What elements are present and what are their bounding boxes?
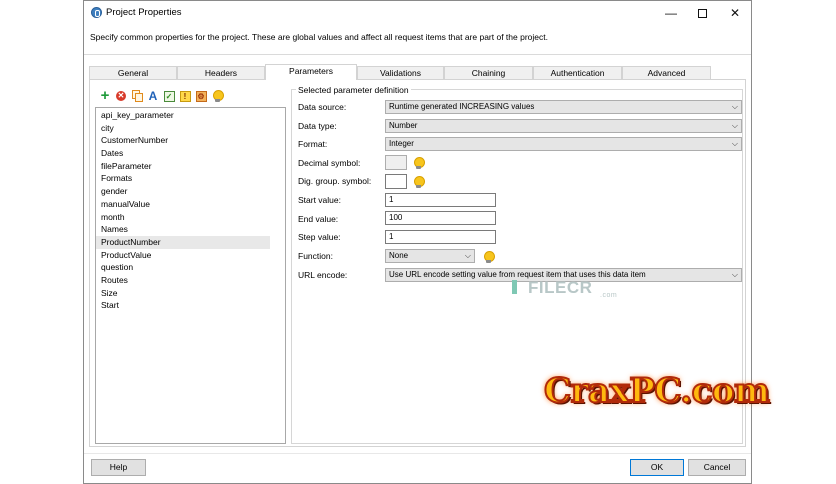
tab-validations[interactable]: Validations: [357, 66, 444, 80]
decimal-symbol-label: Decimal symbol:: [298, 158, 361, 168]
function-value: None: [389, 251, 409, 260]
format-select[interactable]: Integer ⌵: [385, 137, 742, 151]
chevron-down-icon: ⌵: [731, 102, 738, 111]
data-source-value: Runtime generated INCREASING values: [389, 102, 535, 111]
list-item[interactable]: Size: [96, 287, 285, 300]
filecr-text: FILECR: [528, 278, 593, 297]
end-value-input[interactable]: 100: [385, 211, 496, 225]
function-select[interactable]: None ⌵: [385, 249, 475, 263]
maximize-icon: [697, 8, 707, 18]
list-item[interactable]: Dates: [96, 147, 285, 160]
list-item[interactable]: api_key_parameter: [96, 109, 285, 122]
start-value-input[interactable]: 1: [385, 193, 496, 207]
hint-bulb-icon: [484, 251, 495, 264]
craxpc-watermark: CraxPC.com: [543, 370, 771, 412]
list-item[interactable]: month: [96, 211, 285, 224]
maximize-button[interactable]: [687, 1, 717, 25]
footer-divider: [84, 453, 751, 454]
format-label: Format:: [298, 139, 328, 149]
start-value-label: Start value:: [298, 195, 341, 205]
function-label: Function:: [298, 251, 333, 261]
data-source-select[interactable]: Runtime generated INCREASING values ⌵: [385, 100, 742, 114]
hint-bulb-icon: [414, 157, 425, 170]
tab-headers[interactable]: Headers: [177, 66, 265, 80]
dialog-description: Specify common properties for the projec…: [90, 32, 548, 42]
list-item[interactable]: gender: [96, 185, 285, 198]
project-globe-icon: [91, 7, 102, 18]
filecr-logo-icon: [512, 280, 522, 294]
warning-button[interactable]: !: [178, 89, 192, 103]
title-bar: Project Properties — ✕: [84, 1, 751, 25]
chevron-down-icon: ⌵: [731, 139, 738, 148]
close-button[interactable]: ✕: [720, 1, 750, 25]
decimal-symbol-input[interactable]: [385, 155, 407, 170]
filecr-watermark: FILECR .com: [512, 278, 617, 299]
tab-authentication[interactable]: Authentication: [533, 66, 622, 80]
list-item[interactable]: ProductValue: [96, 249, 285, 262]
rename-icon[interactable]: A: [146, 89, 160, 103]
step-value-label: Step value:: [298, 232, 341, 242]
warning-icon: !: [179, 90, 191, 102]
list-item-selected[interactable]: ProductNumber: [96, 235, 270, 249]
add-icon[interactable]: +: [98, 88, 112, 103]
tab-chaining[interactable]: Chaining: [444, 66, 533, 80]
project-properties-dialog: Project Properties — ✕ Specify common pr…: [83, 0, 752, 484]
format-value: Integer: [389, 139, 414, 148]
hint-bulb-icon: [414, 176, 425, 189]
url-encode-label: URL encode:: [298, 270, 348, 280]
tab-general[interactable]: General: [89, 66, 177, 80]
settings-button[interactable]: ⚙: [194, 89, 208, 103]
tab-advanced[interactable]: Advanced: [622, 66, 711, 80]
hint-bulb-icon: [212, 89, 224, 103]
list-item[interactable]: Routes: [96, 274, 285, 287]
settings-icon: ⚙: [195, 90, 207, 102]
help-button[interactable]: Help: [91, 459, 146, 476]
list-item[interactable]: CustomerNumber: [96, 134, 285, 147]
end-value-label: End value:: [298, 214, 339, 224]
remove-icon: ✕: [116, 91, 126, 101]
window-title: Project Properties: [106, 7, 182, 18]
hint-button[interactable]: [210, 89, 224, 103]
copy-icon[interactable]: [130, 89, 144, 103]
check-button[interactable]: ✓: [162, 89, 176, 103]
dig-group-input[interactable]: [385, 174, 407, 189]
chevron-down-icon: ⌵: [731, 270, 738, 279]
check-icon: ✓: [163, 90, 175, 102]
remove-button[interactable]: ✕: [114, 89, 128, 103]
chevron-down-icon: ⌵: [464, 251, 471, 260]
minimize-button[interactable]: —: [656, 1, 686, 25]
parameter-list[interactable]: api_key_parameter city CustomerNumber Da…: [95, 107, 286, 444]
tab-parameters[interactable]: Parameters: [265, 64, 357, 80]
group-legend: Selected parameter definition: [296, 85, 411, 95]
list-item[interactable]: fileParameter: [96, 160, 285, 173]
data-type-select[interactable]: Number ⌵: [385, 119, 742, 133]
list-item[interactable]: Start: [96, 299, 285, 312]
parameter-toolbar: + ✕ A ✓ ! ⚙: [98, 88, 224, 103]
chevron-down-icon: ⌵: [731, 121, 738, 130]
ok-button[interactable]: OK: [630, 459, 684, 476]
list-item[interactable]: Formats: [96, 172, 285, 185]
list-item[interactable]: manualValue: [96, 198, 285, 211]
cancel-button[interactable]: Cancel: [688, 459, 746, 476]
list-item[interactable]: Names: [96, 223, 285, 236]
data-type-value: Number: [389, 121, 418, 130]
data-source-label: Data source:: [298, 102, 347, 112]
description-divider: [84, 54, 751, 55]
filecr-suffix: .com: [600, 292, 618, 299]
dig-group-label: Dig. group. symbol:: [298, 176, 372, 186]
list-item[interactable]: city: [96, 122, 285, 135]
step-value-input[interactable]: 1: [385, 230, 496, 244]
list-item[interactable]: question: [96, 261, 285, 274]
data-type-label: Data type:: [298, 121, 337, 131]
